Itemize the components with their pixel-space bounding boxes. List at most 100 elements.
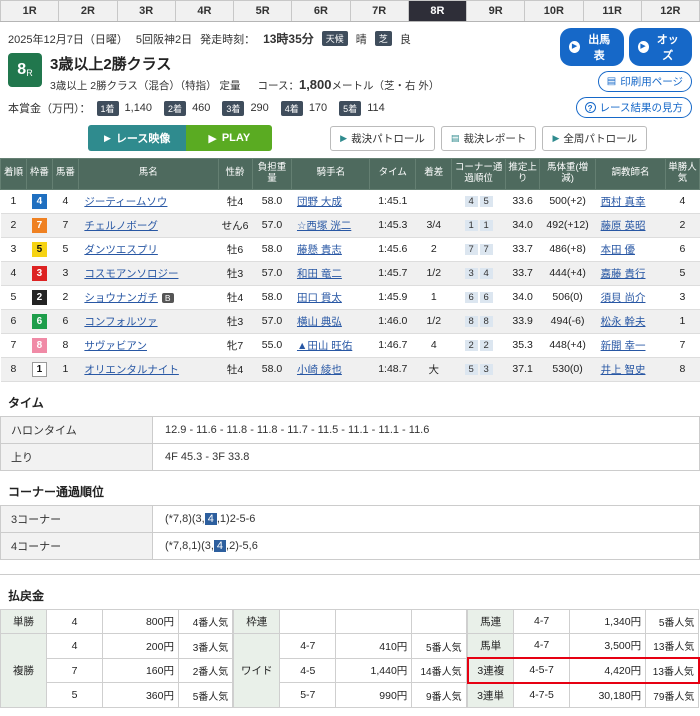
- full-patrol-button[interactable]: ▶全周パトロール: [542, 126, 647, 151]
- col-sex-age: 性齢: [218, 159, 252, 190]
- stewards-report-button[interactable]: ▤裁決レポート: [441, 126, 537, 151]
- payout-amount: 160円: [103, 658, 179, 683]
- payout-type: 馬連: [468, 609, 514, 633]
- trainer-link[interactable]: 松永 幹夫: [601, 316, 646, 328]
- horse-link[interactable]: ダンツエスプリ: [84, 244, 158, 256]
- entries-button[interactable]: ▶出馬表: [560, 28, 624, 66]
- jockey-link[interactable]: 田口 貫太: [297, 292, 342, 304]
- corner3-label: 3コーナー: [1, 505, 153, 532]
- prize-place-badge: 5着: [339, 101, 361, 116]
- payout-amount: 4,420円: [570, 658, 646, 683]
- finish-time: 1:45.7: [370, 261, 416, 285]
- horse-number: 5: [52, 237, 78, 261]
- horse-link[interactable]: サヴァビアン: [84, 340, 147, 352]
- jockey-link[interactable]: ▲田山 旺佑: [297, 340, 352, 352]
- horse-link[interactable]: コスモアンソロジー: [84, 268, 178, 280]
- race-date-line: 2025年12月7日（日曜） 5回阪神2日 発走時刻： 13時35分 天候 晴 …: [8, 28, 560, 53]
- frame-badge: 4: [32, 194, 47, 209]
- payout-popularity: 5番人気: [646, 609, 699, 633]
- horse-link[interactable]: オリエンタルナイト: [84, 364, 179, 376]
- win-favorite: 3: [665, 285, 699, 309]
- payout-amount: 200円: [103, 634, 179, 659]
- finish-time: 1:45.6: [370, 237, 416, 261]
- agari-label: 上り: [1, 443, 153, 470]
- horse-link[interactable]: チェルノボーグ: [84, 220, 158, 232]
- horse-number: 3: [52, 261, 78, 285]
- play-button[interactable]: ▶PLAY: [186, 125, 272, 151]
- trainer-link[interactable]: 嘉藤 貴行: [601, 268, 646, 280]
- jockey-link[interactable]: ☆西塚 洸二: [297, 220, 351, 232]
- race-tab-6r[interactable]: 6R: [292, 1, 350, 21]
- race-number: 8: [17, 61, 26, 79]
- last-3f: 37.1: [506, 357, 540, 381]
- carried-weight: 58.0: [252, 189, 292, 213]
- agari-times: 4F 45.3 - 3F 33.8: [153, 443, 700, 470]
- race-tab-7r[interactable]: 7R: [351, 1, 409, 21]
- payout-type: 複勝: [1, 634, 47, 708]
- payout-combination: 4: [47, 609, 103, 634]
- payout-combination: 4-7: [514, 609, 570, 633]
- margin: 大: [416, 357, 452, 381]
- col-last3f: 推定上り: [506, 159, 540, 190]
- trainer-link[interactable]: 本田 優: [601, 244, 635, 256]
- trainer-link[interactable]: 新開 幸一: [601, 340, 646, 352]
- corner-positions: 88: [452, 309, 506, 333]
- print-page-button[interactable]: ▤印刷用ページ: [598, 71, 692, 92]
- last-3f: 34.0: [506, 285, 540, 309]
- jockey-link[interactable]: 横山 典弘: [297, 316, 342, 328]
- jockey-link[interactable]: 小崎 綾也: [297, 364, 342, 376]
- jockey-link[interactable]: 団野 大成: [297, 196, 342, 208]
- payout-combination: 4-7-5: [514, 683, 570, 708]
- odds-button[interactable]: ▶オッズ: [629, 28, 693, 66]
- horse-link[interactable]: ジーティームソウ: [84, 196, 167, 208]
- sex-age: 牡4: [218, 357, 252, 381]
- col-favorite: 単勝人気: [665, 159, 699, 190]
- carried-weight: 57.0: [252, 213, 292, 237]
- jockey-link[interactable]: 藤懸 貴志: [297, 244, 342, 256]
- trainer-link[interactable]: 西村 真幸: [601, 196, 646, 208]
- payout-popularity: 3番人気: [179, 634, 233, 659]
- win-favorite: 4: [665, 189, 699, 213]
- race-tab-5r[interactable]: 5R: [234, 1, 292, 21]
- stewards-patrol-button[interactable]: ▶裁決パトロール: [330, 126, 435, 151]
- payout-row-wide: ワイド 4-7 410円 5番人気: [234, 634, 466, 659]
- halon-times: 12.9 - 11.6 - 11.8 - 11.8 - 11.7 - 11.5 …: [153, 416, 700, 443]
- race-tab-10r[interactable]: 10R: [525, 1, 583, 21]
- frame-badge: 2: [32, 290, 47, 305]
- col-horse-weight: 馬体重(増減): [540, 159, 596, 190]
- payout-amount: 3,500円: [570, 633, 646, 658]
- trainer-link[interactable]: 井上 智史: [601, 364, 646, 376]
- corner-section-title: コーナー通過順位: [8, 483, 692, 500]
- weather-label-badge: 天候: [322, 31, 348, 46]
- race-tab-11r[interactable]: 11R: [584, 1, 642, 21]
- payout-row-umatan: 馬単 4-7 3,500円 13番人気: [468, 633, 699, 658]
- jockey-link[interactable]: 和田 竜二: [297, 268, 342, 280]
- race-tab-9r[interactable]: 9R: [467, 1, 525, 21]
- race-video-button[interactable]: ▶レース映像: [88, 125, 186, 151]
- horse-link[interactable]: コンフォルツァ: [84, 316, 157, 328]
- race-tab-8r[interactable]: 8R: [409, 1, 467, 21]
- race-tab-bar: 1R 2R 3R 4R 5R 6R 7R 8R 9R 10R 11R 12R: [0, 0, 700, 22]
- payout-amount: 800円: [103, 609, 179, 634]
- race-tab-12r[interactable]: 12R: [642, 1, 700, 21]
- results-guide-button[interactable]: ?レース結果の見方: [576, 97, 692, 118]
- race-tab-2r[interactable]: 2R: [59, 1, 117, 21]
- trainer-link[interactable]: 須貝 尚介: [601, 292, 646, 304]
- payout-table-left: 単勝 4 800円 4番人気 複勝 4 200円 3番人気 7 160円 2番人…: [0, 609, 233, 708]
- col-horse-name: 馬名: [78, 159, 218, 190]
- horse-link[interactable]: ショウナンガチ: [84, 292, 158, 304]
- course-distance: 1,800: [299, 77, 332, 92]
- race-tab-4r[interactable]: 4R: [176, 1, 234, 21]
- carried-weight: 58.0: [252, 357, 292, 381]
- col-margin: 着差: [416, 159, 452, 190]
- trainer-link[interactable]: 藤原 英昭: [601, 220, 646, 232]
- corner-positions: 22: [452, 333, 506, 357]
- payout-amount: 30,180円: [570, 683, 646, 708]
- race-tab-1r[interactable]: 1R: [0, 1, 59, 21]
- finish-time: 1:46.7: [370, 333, 416, 357]
- payout-popularity: 14番人気: [412, 658, 466, 683]
- race-tab-3r[interactable]: 3R: [118, 1, 176, 21]
- corner-positions: 66: [452, 285, 506, 309]
- corner-positions: 11: [452, 213, 506, 237]
- payout-popularity: 9番人気: [412, 683, 466, 708]
